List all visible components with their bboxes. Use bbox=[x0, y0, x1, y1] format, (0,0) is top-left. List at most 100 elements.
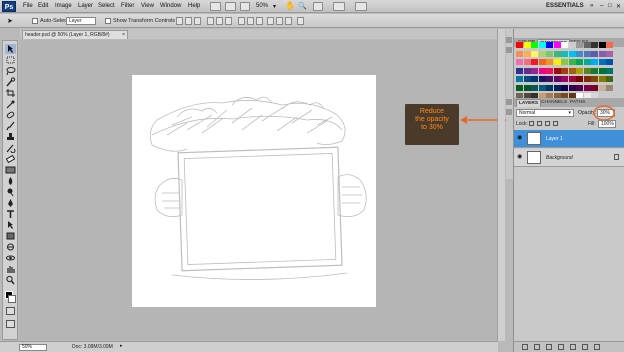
color-swatch[interactable] bbox=[598, 76, 606, 82]
color-swatch[interactable] bbox=[583, 67, 591, 74]
color-swatch[interactable] bbox=[591, 42, 598, 48]
color-swatch[interactable] bbox=[606, 50, 613, 57]
swatches-grid[interactable] bbox=[516, 42, 614, 102]
background-color-swatch[interactable] bbox=[8, 295, 16, 303]
color-swatch[interactable] bbox=[531, 84, 538, 91]
color-swatch[interactable] bbox=[576, 50, 583, 57]
history-brush-tool-icon[interactable] bbox=[5, 143, 16, 154]
color-swatch[interactable] bbox=[538, 67, 546, 74]
color-swatch[interactable] bbox=[531, 59, 538, 65]
color-swatch[interactable] bbox=[531, 76, 538, 82]
color-swatch[interactable] bbox=[538, 76, 546, 82]
color-swatch[interactable] bbox=[546, 84, 553, 91]
eraser-tool-icon[interactable] bbox=[5, 154, 16, 164]
align-middle-icon[interactable] bbox=[185, 17, 192, 25]
crop-tool-icon[interactable] bbox=[5, 88, 16, 98]
auto-align-icon[interactable] bbox=[297, 17, 304, 25]
move-tool-icon[interactable]: ➤ bbox=[7, 17, 13, 25]
healing-brush-tool-icon[interactable] bbox=[5, 110, 16, 120]
minibridge-icon[interactable] bbox=[225, 2, 236, 11]
visibility-eye-icon[interactable]: ◉ bbox=[517, 154, 523, 160]
color-swatch[interactable] bbox=[598, 42, 606, 48]
color-swatch[interactable] bbox=[598, 84, 606, 91]
maximize-icon[interactable]: □ bbox=[608, 3, 612, 9]
status-menu-icon[interactable]: ▸ bbox=[120, 343, 123, 349]
document-canvas[interactable] bbox=[132, 75, 376, 307]
workspace-switcher[interactable]: ESSENTIALS bbox=[546, 3, 584, 9]
color-swatch[interactable] bbox=[553, 76, 561, 82]
screen-mode-icon[interactable] bbox=[6, 320, 15, 328]
menu-help[interactable]: Help bbox=[188, 3, 200, 9]
color-swatch[interactable] bbox=[576, 42, 583, 48]
rotate-view-icon[interactable] bbox=[313, 2, 323, 11]
color-swatch[interactable] bbox=[576, 84, 583, 91]
close-icon[interactable]: × bbox=[122, 31, 125, 39]
color-swatch[interactable] bbox=[538, 84, 546, 91]
color-swatch[interactable] bbox=[591, 50, 598, 57]
distribute-center-icon[interactable] bbox=[276, 17, 283, 25]
bridge-icon[interactable] bbox=[210, 2, 221, 11]
color-swatch[interactable] bbox=[553, 59, 561, 65]
color-swatch[interactable] bbox=[606, 59, 613, 65]
color-swatch[interactable] bbox=[561, 59, 568, 65]
zoom-field[interactable]: 50% bbox=[19, 344, 47, 351]
color-swatch[interactable] bbox=[546, 59, 553, 65]
menu-select[interactable]: Select bbox=[98, 3, 115, 9]
color-swatch[interactable] bbox=[538, 59, 546, 65]
document-tab[interactable]: header.psd @ 50% (Layer 1, RGB/8#) × bbox=[22, 30, 128, 39]
show-transform-checkbox[interactable] bbox=[105, 18, 111, 24]
color-swatch[interactable] bbox=[553, 67, 561, 74]
align-top-icon[interactable] bbox=[176, 17, 183, 25]
color-swatch[interactable] bbox=[568, 67, 576, 74]
extras-icon[interactable] bbox=[240, 2, 250, 11]
menu-filter[interactable]: Filter bbox=[121, 3, 134, 9]
blend-mode-select[interactable]: Normal ▾ bbox=[516, 109, 574, 117]
lasso-tool-icon[interactable] bbox=[5, 66, 16, 76]
lock-position-icon[interactable] bbox=[545, 121, 550, 126]
align-center-icon[interactable] bbox=[216, 17, 223, 25]
color-swatch[interactable] bbox=[516, 84, 523, 91]
lock-image-icon[interactable] bbox=[537, 121, 542, 126]
color-swatch[interactable] bbox=[538, 50, 546, 57]
color-swatch[interactable] bbox=[523, 67, 531, 74]
color-swatch[interactable] bbox=[516, 67, 523, 74]
color-swatch[interactable] bbox=[568, 84, 576, 91]
color-swatch[interactable] bbox=[568, 76, 576, 82]
eyedropper-tool-icon[interactable] bbox=[5, 99, 16, 109]
color-swatch[interactable] bbox=[561, 67, 568, 74]
color-swatch[interactable] bbox=[606, 84, 613, 91]
distribute-top-icon[interactable] bbox=[238, 17, 245, 25]
layer-row[interactable]: ◉ Background bbox=[514, 149, 624, 167]
color-swatch[interactable] bbox=[583, 84, 591, 91]
arrange-documents-icon[interactable] bbox=[333, 2, 345, 11]
quick-mask-icon[interactable] bbox=[6, 307, 15, 315]
trash-icon[interactable] bbox=[594, 344, 600, 350]
new-group-icon[interactable] bbox=[570, 344, 576, 350]
hand-tool-icon[interactable]: ✋ bbox=[285, 1, 295, 10]
type-tool-icon[interactable] bbox=[5, 209, 16, 219]
zoom-level-select[interactable]: 50% bbox=[256, 3, 268, 9]
lock-all-icon[interactable] bbox=[553, 121, 558, 126]
3d-rotate-tool-icon[interactable] bbox=[5, 242, 16, 252]
color-swatch[interactable] bbox=[568, 50, 576, 57]
auto-select-checkbox[interactable] bbox=[32, 18, 38, 24]
color-swatch[interactable] bbox=[583, 42, 591, 48]
menu-layer[interactable]: Layer bbox=[78, 3, 93, 9]
color-swatch[interactable] bbox=[583, 59, 591, 65]
color-swatch[interactable] bbox=[576, 67, 583, 74]
color-swatch[interactable] bbox=[591, 59, 598, 65]
align-right-icon[interactable] bbox=[225, 17, 232, 25]
color-swatch[interactable] bbox=[576, 59, 583, 65]
distribute-left-icon[interactable] bbox=[267, 17, 274, 25]
color-swatch[interactable] bbox=[546, 76, 553, 82]
move-tool-icon[interactable] bbox=[5, 44, 16, 54]
brush-tool-icon[interactable] bbox=[5, 121, 16, 131]
color-swatch[interactable] bbox=[561, 84, 568, 91]
distribute-bottom-icon[interactable] bbox=[256, 17, 263, 25]
color-swatch[interactable] bbox=[568, 42, 576, 48]
align-left-icon[interactable] bbox=[207, 17, 214, 25]
new-layer-icon[interactable] bbox=[582, 344, 588, 350]
link-layers-icon[interactable] bbox=[522, 344, 528, 350]
auto-select-target[interactable]: Layer bbox=[66, 17, 96, 25]
color-swatch[interactable] bbox=[516, 59, 523, 65]
